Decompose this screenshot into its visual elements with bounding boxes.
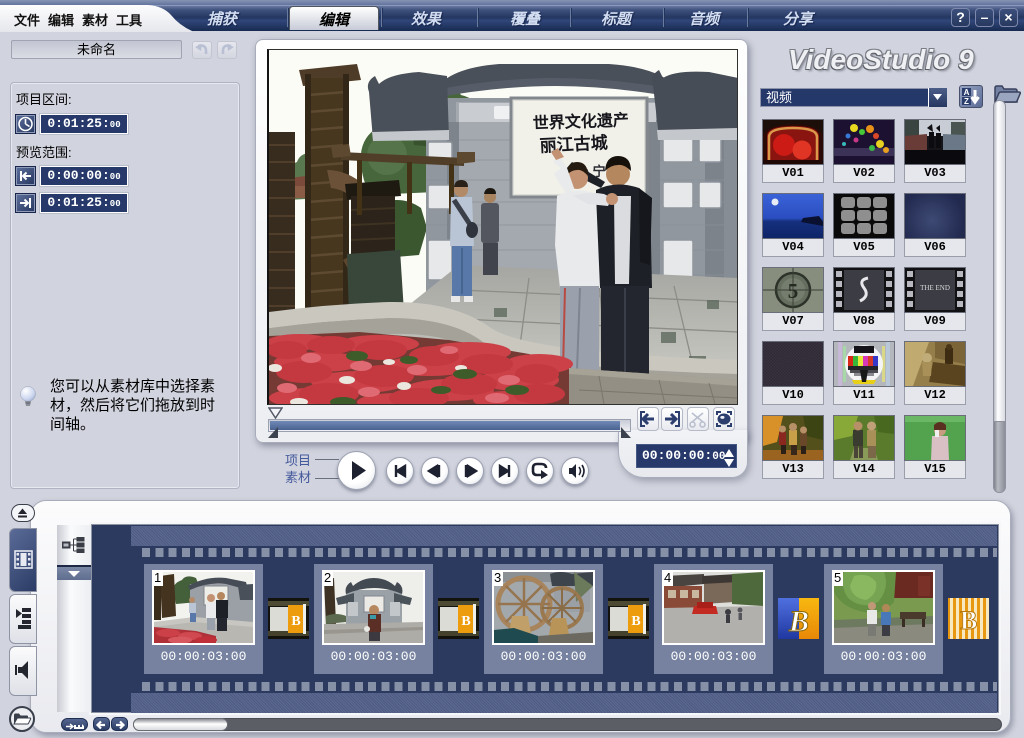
svg-text:B: B [788,605,809,638]
svg-text:B: B [960,606,977,635]
svg-text:B: B [461,614,470,629]
svg-text:THE END: THE END [920,284,950,292]
svg-text:B: B [631,614,640,629]
svg-text:5: 5 [788,279,799,303]
svg-text:丽江古城: 丽江古城 [539,132,608,156]
svg-text:A: A [964,88,970,97]
svg-text:B: B [291,614,300,629]
svg-text:Z: Z [964,97,969,106]
